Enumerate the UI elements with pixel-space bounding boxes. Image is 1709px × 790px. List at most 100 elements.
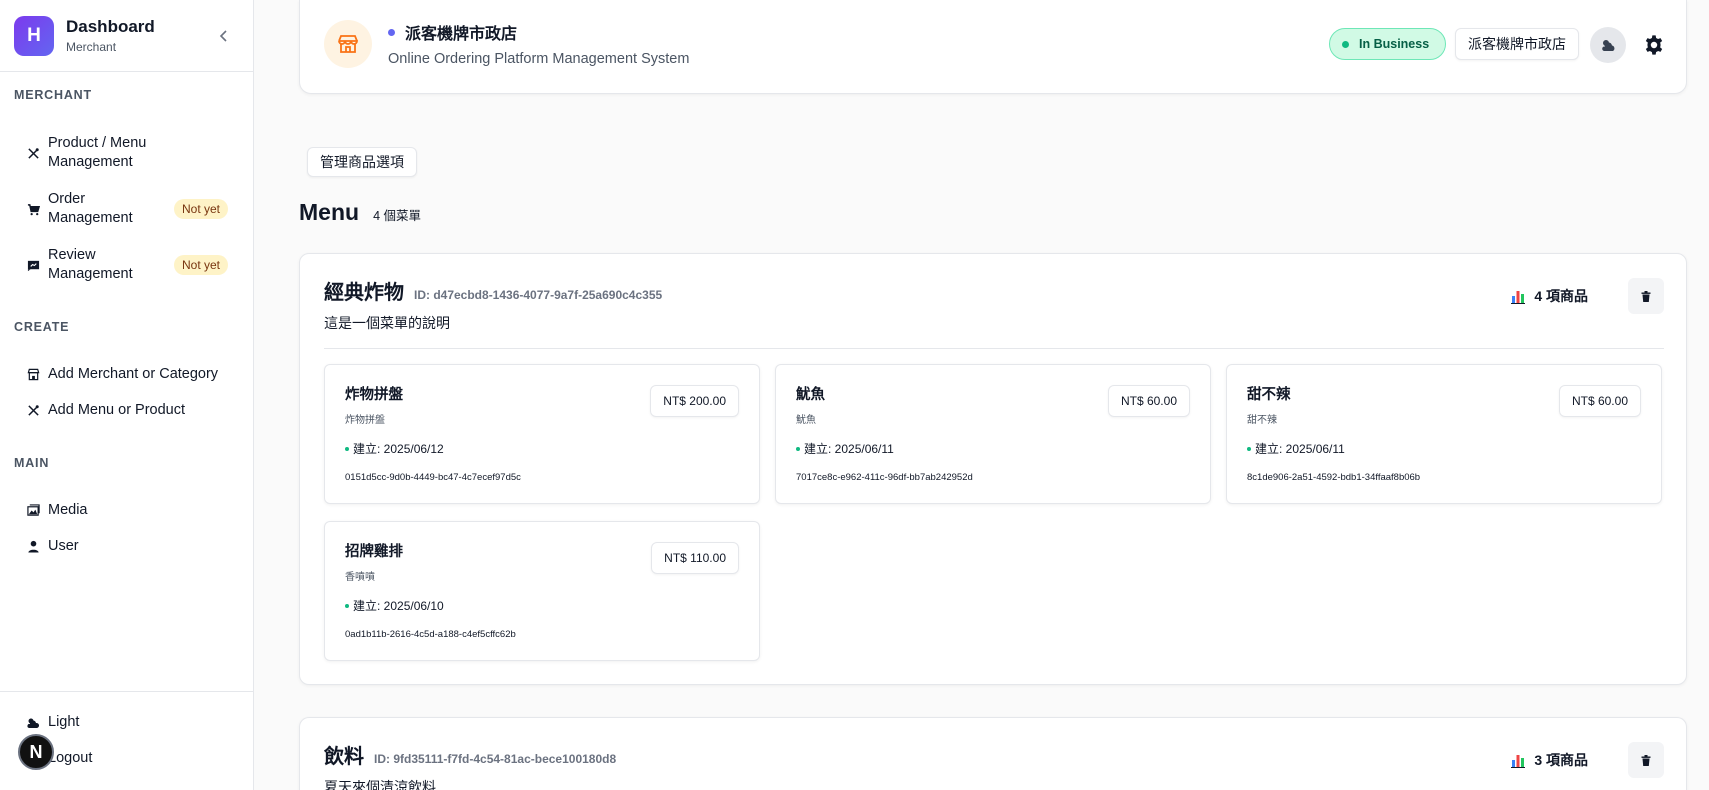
delete-menu-button[interactable] xyxy=(1628,742,1664,778)
product-created-date: 建立: 2025/06/11 xyxy=(1247,440,1345,457)
images-icon xyxy=(26,503,40,517)
product-name: 炸物拼盤 xyxy=(345,387,403,403)
menu-card-title: 飲料 xyxy=(324,746,364,768)
product-price: NT$ 110.00 xyxy=(651,542,739,574)
sidebar-item-user[interactable]: User xyxy=(14,536,238,556)
status-badge: Not yet xyxy=(173,255,228,275)
product-description: 炸物拼盤 xyxy=(345,415,385,426)
sidebar-item-label: Review Management xyxy=(48,247,133,282)
product-created-date: 建立: 2025/06/12 xyxy=(345,440,444,457)
sidebar-item-review-management[interactable]: Review Management Not yet xyxy=(14,245,238,285)
section-label-main: MAIN xyxy=(14,456,50,470)
menu-card-description: 這是一個菜單的說明 xyxy=(324,315,450,331)
theme-toggle-light[interactable]: Light xyxy=(14,712,238,732)
trash-icon xyxy=(1641,290,1651,302)
product-price: NT$ 200.00 xyxy=(650,385,739,417)
sidebar-item-label: Logout xyxy=(48,749,93,766)
collapse-sidebar-button[interactable] xyxy=(215,25,233,47)
store-icon xyxy=(324,20,372,68)
product-price: NT$ 60.00 xyxy=(1107,385,1190,417)
delete-menu-button[interactable] xyxy=(1628,278,1664,314)
bar-chart-icon xyxy=(1510,288,1527,304)
product-created-label: 建立: 2025/06/11 xyxy=(804,442,894,456)
business-status-label: In Business xyxy=(1359,37,1430,51)
gear-icon xyxy=(1645,35,1663,55)
menu-count: 4 個菜單 xyxy=(373,209,421,223)
menu-card: 飲料 ID: 9fd35111-f7fd-4c54-81ac-bece10018… xyxy=(299,717,1687,790)
product-card[interactable]: 炸物拼盤 炸物拼盤 NT$ 200.00 建立: 2025/06/12 0151… xyxy=(324,364,760,504)
user-icon xyxy=(26,539,40,553)
sidebar-item-label: User xyxy=(48,537,79,554)
product-created-label: 建立: 2025/06/12 xyxy=(353,442,444,456)
product-card[interactable]: 甜不辣 甜不辣 NT$ 60.00 建立: 2025/06/11 8c1de90… xyxy=(1226,364,1662,504)
product-id: 7017ce8c-e962-411c-96df-bb7ab242952d xyxy=(796,472,973,483)
product-count-label: 4 項商品 xyxy=(1534,288,1588,304)
page-title: Menu xyxy=(299,199,360,225)
sidebar-item-product-menu-management[interactable]: Product / Menu Management xyxy=(14,133,238,173)
menu-card-id: ID: 9fd35111-f7fd-4c54-81ac-bece100180d8 xyxy=(374,752,617,766)
status-dot xyxy=(345,446,349,451)
theme-toggle-button[interactable] xyxy=(1590,27,1626,63)
product-price: NT$ 60.00 xyxy=(1558,385,1641,417)
product-card[interactable]: 招牌雞排 香噴噴 NT$ 110.00 建立: 2025/06/10 0ad1b… xyxy=(324,521,760,661)
sidebar: H Dashboard Merchant MERCHANT Product / … xyxy=(0,0,254,790)
divider xyxy=(324,348,1664,349)
store-select-button[interactable]: 派客機牌市政店 xyxy=(1455,28,1579,60)
product-id: 0151d5cc-9d0b-4449-bc47-4c7ecef97d5c xyxy=(345,472,521,483)
product-name: 魷魚 xyxy=(796,387,825,403)
product-id: 0ad1b11b-2616-4c5d-a188-c4ef5cffc62b xyxy=(345,629,516,640)
status-dot xyxy=(388,28,395,36)
product-count: 3 項商品 xyxy=(1510,750,1588,770)
bar-chart-icon xyxy=(1510,752,1527,768)
product-count-label: 3 項商品 xyxy=(1534,752,1588,768)
menu-card-description: 夏天來個清涼飲料 xyxy=(324,779,436,790)
sidebar-item-order-management[interactable]: Order Management Not yet xyxy=(14,189,238,229)
product-description: 甜不辣 xyxy=(1247,415,1277,426)
business-status-badge[interactable]: In Business xyxy=(1329,28,1447,60)
sidebar-divider xyxy=(0,691,254,692)
status-dot xyxy=(345,603,349,608)
store-header: 派客機牌市政店 Online Ordering Platform Managem… xyxy=(299,0,1687,94)
cart-icon xyxy=(26,202,40,216)
sidebar-item-label: Light xyxy=(48,713,80,730)
sidebar-item-label: Order Management xyxy=(48,191,133,226)
store-subtitle: Online Ordering Platform Management Syst… xyxy=(388,51,690,67)
manage-product-options-button[interactable]: 管理商品選項 xyxy=(307,147,417,177)
sidebar-item-label: Add Menu or Product xyxy=(48,401,186,418)
product-name: 甜不辣 xyxy=(1247,387,1291,403)
product-created-label: 建立: 2025/06/10 xyxy=(353,599,444,613)
section-label-merchant: MERCHANT xyxy=(14,88,92,102)
store-name: 派客機牌市政店 xyxy=(405,26,518,43)
brand-header: H Dashboard Merchant xyxy=(0,0,253,72)
floating-avatar-button[interactable]: N xyxy=(18,734,54,770)
section-label-create: CREATE xyxy=(14,320,70,334)
sidebar-item-media[interactable]: Media xyxy=(14,500,238,520)
product-id: 8c1de906-2a51-4592-bdb1-34ffaaf8b06b xyxy=(1247,472,1421,483)
chevron-left-icon xyxy=(219,30,227,42)
status-dot xyxy=(796,446,800,451)
menu-card-id: ID: d47ecbd8-1436-4077-9a7f-25a690c4c355 xyxy=(414,288,663,302)
sidebar-item-label: Media xyxy=(48,501,88,518)
cloud-sun-icon xyxy=(1602,40,1615,51)
brand-logo: H xyxy=(14,15,54,56)
settings-button[interactable] xyxy=(1640,31,1668,59)
status-dot xyxy=(1247,446,1251,451)
product-description: 魷魚 xyxy=(796,415,816,426)
product-name: 招牌雞排 xyxy=(345,544,403,560)
brand-title: Dashboard xyxy=(66,17,155,36)
cloud-sun-icon xyxy=(26,715,40,729)
utensils-icon xyxy=(26,146,40,160)
sidebar-item-add-menu-or-product[interactable]: Add Menu or Product xyxy=(14,400,238,420)
product-created-label: 建立: 2025/06/11 xyxy=(1255,442,1345,456)
product-count: 4 項商品 xyxy=(1510,286,1588,306)
menu-card: 經典炸物 ID: d47ecbd8-1436-4077-9a7f-25a690c… xyxy=(299,253,1687,685)
utensils-icon xyxy=(26,403,40,417)
brand-subtitle: Merchant xyxy=(66,40,117,54)
review-icon xyxy=(26,258,40,272)
product-card[interactable]: 魷魚 魷魚 NT$ 60.00 建立: 2025/06/11 7017ce8c-… xyxy=(775,364,1211,504)
menu-card-title: 經典炸物 xyxy=(324,282,404,304)
sidebar-item-add-merchant-or-category[interactable]: Add Merchant or Category xyxy=(14,364,238,384)
menu-heading: Menu 4 個菜單 xyxy=(299,199,421,226)
sidebar-item-label: Add Merchant or Category xyxy=(48,365,219,382)
store-icon xyxy=(26,367,40,381)
